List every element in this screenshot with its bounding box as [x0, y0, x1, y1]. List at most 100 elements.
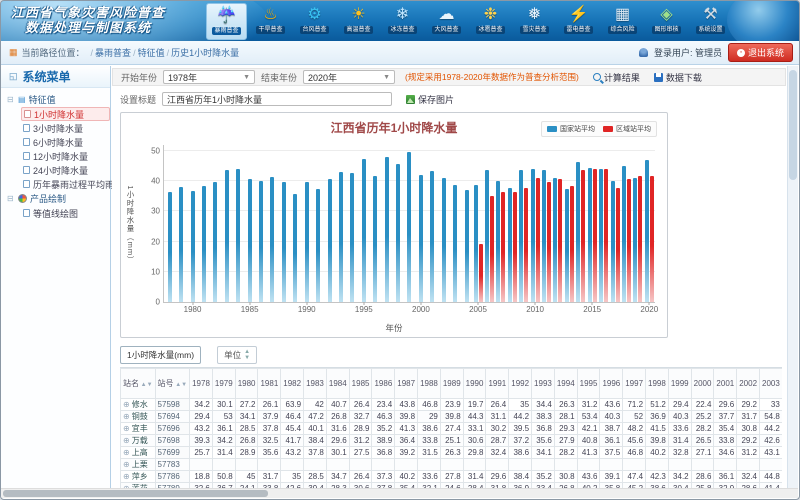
- year-col-header-1998[interactable]: 1998: [646, 369, 669, 399]
- breadcrumb-item[interactable]: 暴雨普查: [95, 48, 131, 58]
- value-cell-2002: [737, 459, 760, 471]
- station-name-cell[interactable]: ⊕宜丰: [121, 423, 156, 435]
- table-tab[interactable]: 1小时降水量(mm): [120, 346, 201, 364]
- nav-wind[interactable]: ☁大风普查: [426, 3, 467, 40]
- y-tick-label: 50: [151, 147, 160, 156]
- expand-row-icon[interactable]: ⊕: [123, 460, 130, 469]
- nav-settings[interactable]: ⚒系统设置: [690, 3, 731, 40]
- chart-title-input[interactable]: [162, 92, 392, 106]
- end-year-select[interactable]: 2020年▼: [303, 70, 395, 84]
- tree-item-等值线绘图[interactable]: 等值线绘图: [23, 206, 110, 220]
- tree-item-12小时降水量[interactable]: 12小时降水量: [23, 149, 110, 163]
- legend-swatch: [603, 126, 613, 132]
- horizontal-scrollbar[interactable]: [1, 488, 798, 498]
- download-button[interactable]: 数据下载: [654, 71, 702, 84]
- year-col-header-1985[interactable]: 1985: [349, 369, 372, 399]
- year-col-header-1990[interactable]: 1990: [463, 369, 486, 399]
- table-row-萍乡: ⊕萍乡5778618.850.84531.73528.534.726.437.3…: [121, 471, 783, 483]
- year-col-header-2002[interactable]: 2002: [737, 369, 760, 399]
- year-col-header-1978[interactable]: 1978: [190, 369, 213, 399]
- tree-toggle-icon[interactable]: ⊟: [7, 95, 15, 104]
- station-name: 上高: [132, 448, 148, 457]
- tree-item-历年暴雨过程平均雨量[interactable]: 历年暴雨过程平均雨量: [23, 177, 110, 191]
- station-name-cell[interactable]: ⊕萍乡: [121, 471, 156, 483]
- year-col-header-1995[interactable]: 1995: [577, 369, 600, 399]
- year-col-header-1979[interactable]: 1979: [212, 369, 235, 399]
- year-col-header-1984[interactable]: 1984: [326, 369, 349, 399]
- nav-heat[interactable]: ☀高温普查: [338, 3, 379, 40]
- year-col-header-1986[interactable]: 1986: [372, 369, 395, 399]
- station-name-cell[interactable]: ⊕上栗: [121, 459, 156, 471]
- year-col-header-1981[interactable]: 1981: [258, 369, 281, 399]
- year-col-header-1993[interactable]: 1993: [532, 369, 555, 399]
- save-image-button[interactable]: 保存图片: [406, 93, 454, 106]
- station-name-cell[interactable]: ⊕上高: [121, 447, 156, 459]
- freeze-icon: ❄: [396, 4, 409, 26]
- horizontal-scrollbar-thumb[interactable]: [3, 490, 268, 497]
- year-col-header-1982[interactable]: 1982: [281, 369, 304, 399]
- expand-row-icon[interactable]: ⊕: [123, 400, 130, 409]
- station-name-cell[interactable]: ⊕修水: [121, 399, 156, 411]
- nav-rain[interactable]: ☔暴雨普查: [206, 3, 247, 40]
- bar-国家站平均-2008: [508, 188, 512, 302]
- value-cell-1979: 50.8: [212, 471, 235, 483]
- value-cell-1998: [646, 459, 669, 471]
- tree-group-特征值[interactable]: ⊟▤特征值: [7, 92, 110, 107]
- value-cell-1983: 40.1: [304, 423, 327, 435]
- nav-hail[interactable]: ❉冰雹普查: [470, 3, 511, 40]
- nav-freeze[interactable]: ❄冰冻普查: [382, 3, 423, 40]
- year-col-header-1996[interactable]: 1996: [600, 369, 623, 399]
- bar-国家站平均-1989: [293, 194, 297, 302]
- expand-row-icon[interactable]: ⊕: [123, 448, 130, 457]
- year-col-header-1999[interactable]: 1999: [668, 369, 691, 399]
- year-col-header-1983[interactable]: 1983: [304, 369, 327, 399]
- expand-row-icon[interactable]: ⊕: [123, 412, 130, 421]
- tree-item-24小时降水量[interactable]: 24小时降水量: [23, 163, 110, 177]
- vertical-scrollbar[interactable]: [787, 66, 798, 488]
- expand-row-icon[interactable]: ⊕: [123, 424, 130, 433]
- value-cell-1998: 40.2: [646, 447, 669, 459]
- nav-typhoon[interactable]: ⚙台风普查: [294, 3, 335, 40]
- tree-item-6小时降水量[interactable]: 6小时降水量: [23, 135, 110, 149]
- unit-sort-control[interactable]: 单位 ▲▼: [217, 346, 257, 364]
- station-name-cell[interactable]: ⊕万载: [121, 435, 156, 447]
- nav-snow[interactable]: ❅雪灾普查: [514, 3, 555, 40]
- year-col-header-1994[interactable]: 1994: [554, 369, 577, 399]
- nav-calc[interactable]: ▦综合风险: [602, 3, 643, 40]
- year-col-header-1988[interactable]: 1988: [418, 369, 441, 399]
- year-col-header-1992[interactable]: 1992: [509, 369, 532, 399]
- station-name-cell[interactable]: ⊕铜鼓: [121, 411, 156, 423]
- tree-item-1小时降水量[interactable]: 1小时降水量: [21, 107, 110, 121]
- year-col-header-1980[interactable]: 1980: [235, 369, 258, 399]
- year-col-header-2003[interactable]: 2003: [760, 369, 782, 399]
- nav-drought[interactable]: ♨干旱普查: [250, 3, 291, 40]
- nav-map[interactable]: ◈图形审核: [646, 3, 687, 40]
- tree-toggle-icon[interactable]: ⊟: [7, 194, 15, 203]
- start-year-select[interactable]: 1978年▼: [163, 70, 255, 84]
- save-icon: [654, 73, 663, 82]
- nav-lightning[interactable]: ⚡雷电普查: [558, 3, 599, 40]
- tree-item-3小时降水量[interactable]: 3小时降水量: [23, 121, 110, 135]
- vertical-scrollbar-thumb[interactable]: [789, 70, 797, 180]
- year-col-header-2000[interactable]: 2000: [691, 369, 714, 399]
- breadcrumb-item[interactable]: 历史1小时降水量: [171, 48, 239, 58]
- app-title: 江西省气象灾害风险普查 数据处理与制图系统: [11, 5, 165, 35]
- data-table-container[interactable]: 站名 ▲▼站号 ▲▼197819791980198119821983198419…: [120, 367, 782, 488]
- value-cell-1988: 33.6: [418, 471, 441, 483]
- year-col-header-1987[interactable]: 1987: [395, 369, 418, 399]
- year-col-header-1989[interactable]: 1989: [440, 369, 463, 399]
- breadcrumb-item[interactable]: 特征值: [138, 48, 165, 58]
- station-id-col-header[interactable]: 站号 ▲▼: [155, 369, 190, 399]
- expand-row-icon[interactable]: ⊕: [123, 436, 130, 445]
- year-col-header-1997[interactable]: 1997: [623, 369, 646, 399]
- year-col-header-1991[interactable]: 1991: [486, 369, 509, 399]
- year-col-header-2001[interactable]: 2001: [714, 369, 737, 399]
- logout-button[interactable]: ◦ 退出系统: [728, 43, 793, 62]
- calculate-button[interactable]: 计算结果: [593, 71, 640, 84]
- tree-group-产品绘制[interactable]: ⊟产品绘制: [7, 191, 110, 206]
- expand-row-icon[interactable]: ⊕: [123, 472, 130, 481]
- sidebar-header[interactable]: ◱ 系统菜单: [1, 66, 110, 88]
- station-col-header[interactable]: 站名 ▲▼: [121, 369, 156, 399]
- value-cell-1986: 35.2: [372, 423, 395, 435]
- value-cell-1984: 31.6: [326, 423, 349, 435]
